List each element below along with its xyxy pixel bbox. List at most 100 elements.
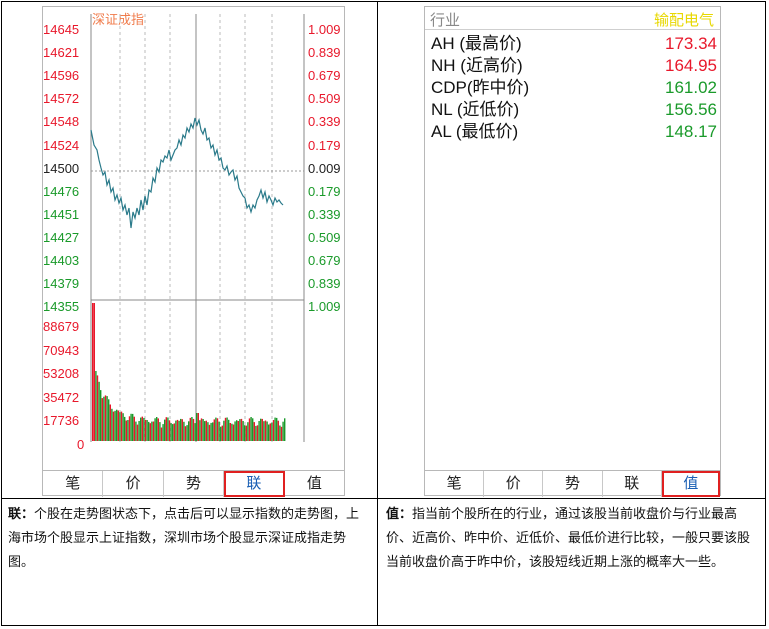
volume-bar xyxy=(165,417,167,441)
right-tab-2[interactable]: 势 xyxy=(543,471,603,497)
volume-bar xyxy=(276,417,278,441)
volume-bar xyxy=(194,423,196,441)
volume-bar xyxy=(237,421,239,441)
volume-bar xyxy=(252,418,254,441)
volume-bar xyxy=(180,418,182,441)
volume-bar xyxy=(208,424,211,441)
volume-bar xyxy=(167,417,169,441)
volume-bar xyxy=(101,398,103,441)
right-tab-3[interactable]: 联 xyxy=(603,471,662,497)
volume-bar xyxy=(272,420,275,441)
volume-bar xyxy=(253,422,255,441)
volume-bar xyxy=(258,421,260,441)
volume-bar xyxy=(109,404,111,441)
volume-bar xyxy=(100,390,102,441)
left-tab-bar: 笔价势联值 xyxy=(43,470,344,497)
volume-bar xyxy=(104,395,107,441)
volume-bar xyxy=(232,424,235,441)
volume-bar xyxy=(141,416,143,441)
volume-bar xyxy=(156,417,158,441)
industry-price-row: AH (最高价) 173.34 xyxy=(431,33,717,54)
volume-bar xyxy=(108,399,110,441)
volume-bar xyxy=(103,396,105,441)
industry-price-row: NL (近低价) 156.56 xyxy=(431,99,717,120)
volume-bar xyxy=(173,423,175,441)
right-tab-1[interactable]: 价 xyxy=(484,471,544,497)
volume-bar xyxy=(128,416,131,441)
volume-bar xyxy=(188,421,190,441)
right-tab-0[interactable]: 笔 xyxy=(425,471,485,497)
volume-bar xyxy=(277,420,279,441)
industry-label: 行业 xyxy=(430,12,461,29)
industry-price-label: AH (最高价) xyxy=(431,34,522,53)
volume-bar xyxy=(92,303,94,441)
note-right-text: 指当前个股所在的行业，通过该股当前收盘价与行业最高价、近高价、昨中价、近低价、最… xyxy=(386,507,751,570)
industry-price-value: 164.95 xyxy=(665,56,717,75)
volume-bar xyxy=(282,421,284,441)
volume-bar xyxy=(184,426,187,441)
volume-bar xyxy=(95,371,97,441)
volume-bar xyxy=(124,416,126,441)
volume-bar xyxy=(213,419,215,441)
industry-value-panel: 行业 输配电气 AH (最高价) 173.34 NH (近高价) 164.95 CDP(… xyxy=(424,6,721,496)
volume-bar xyxy=(207,422,209,441)
volume-bar xyxy=(168,420,171,441)
volume-bar xyxy=(263,421,265,441)
volume-bar xyxy=(269,423,271,441)
volume-bar xyxy=(164,419,166,441)
industry-price-label: CDP(昨中价) xyxy=(431,78,530,97)
volume-bar xyxy=(144,419,147,441)
volume-bar xyxy=(138,421,140,441)
volume-bar xyxy=(154,418,156,441)
volume-bar xyxy=(216,418,219,441)
volume-bar xyxy=(157,418,159,441)
volume-bar xyxy=(212,422,214,441)
volume-bar xyxy=(176,419,179,441)
volume-bar xyxy=(183,421,185,441)
volume-bar xyxy=(112,411,115,441)
volume-bar xyxy=(196,413,198,441)
industry-price-row: AL (最低价) 148.17 xyxy=(431,121,717,142)
volume-bar xyxy=(98,381,100,441)
left-tab-4[interactable]: 值 xyxy=(285,471,344,497)
note-left: 联：个股在走势图状态下，点击后可以显示指数的走势图，上海市场个股显示上证指数，深… xyxy=(8,503,370,575)
volume-bar xyxy=(264,420,267,441)
industry-price-value: 148.17 xyxy=(665,122,717,141)
left-tab-1[interactable]: 价 xyxy=(103,471,164,497)
volume-bar xyxy=(255,425,257,441)
volume-bar xyxy=(247,422,249,441)
volume-bar xyxy=(127,420,129,441)
volume-bar xyxy=(268,424,270,441)
volume-bar xyxy=(279,425,281,441)
volume-bar xyxy=(133,416,135,441)
volume-bar xyxy=(250,417,252,441)
volume-bar xyxy=(284,418,286,441)
volume-bar xyxy=(220,426,222,441)
industry-price-value: 161.02 xyxy=(665,78,717,97)
volume-bar xyxy=(189,417,191,441)
left-tab-3[interactable]: 联 xyxy=(224,471,285,497)
volume-bar xyxy=(162,424,164,441)
left-tab-0[interactable]: 笔 xyxy=(43,471,104,497)
volume-bar xyxy=(197,413,199,441)
volume-bar xyxy=(271,422,273,441)
volume-bar xyxy=(151,421,153,441)
note-right-term: 值： xyxy=(386,507,413,522)
volume-bar xyxy=(130,413,132,441)
volume-bar xyxy=(205,420,207,441)
volume-bar xyxy=(199,420,201,441)
volume-bar xyxy=(200,418,203,441)
volume-bar xyxy=(261,418,263,441)
left-tab-2[interactable]: 势 xyxy=(164,471,225,497)
volume-bar xyxy=(149,423,151,441)
volume-bar xyxy=(229,423,231,441)
volume-bar xyxy=(146,420,148,441)
right-tab-4[interactable]: 值 xyxy=(661,471,721,497)
volume-bar xyxy=(170,423,172,441)
volume-bar xyxy=(234,421,236,441)
industry-header: 行业 输配电气 xyxy=(425,7,720,30)
volume-bar xyxy=(143,417,145,441)
volume-bar xyxy=(136,424,139,441)
volume-bar xyxy=(215,417,217,441)
volume-bar xyxy=(116,409,118,441)
